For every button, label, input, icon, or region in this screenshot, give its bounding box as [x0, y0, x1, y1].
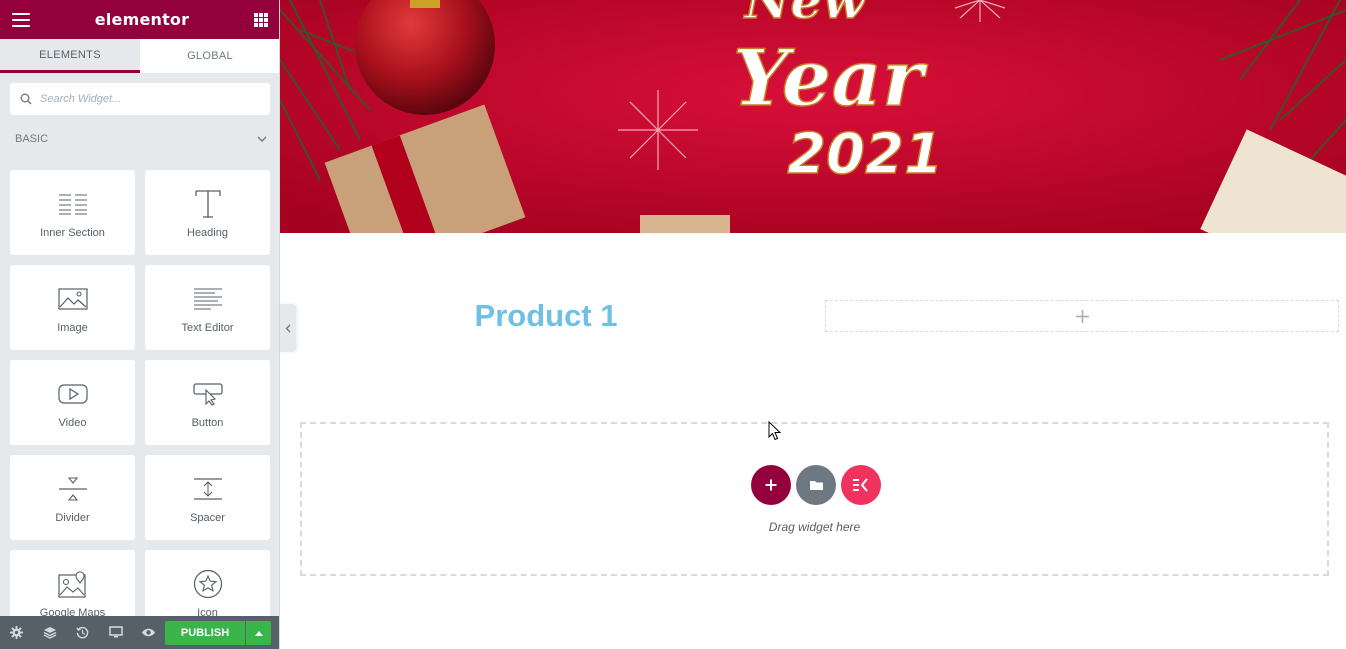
- banner-text-2021: 2021: [787, 122, 943, 187]
- panel-footer: PUBLISH: [0, 616, 279, 649]
- editor-panel: elementor ELEMENTS GLOBAL BASIC: [0, 0, 280, 649]
- product-heading[interactable]: Product 1: [420, 298, 672, 334]
- chevron-down-icon: [257, 136, 267, 142]
- widget-inner-section[interactable]: Inner Section: [10, 170, 135, 255]
- preview-icon[interactable]: [132, 616, 165, 649]
- dropzone-hint: Drag widget here: [768, 520, 861, 534]
- panel-header: elementor: [0, 0, 279, 39]
- add-section-dropzone[interactable]: Drag widget here: [300, 422, 1329, 576]
- widget-video[interactable]: Video: [10, 360, 135, 445]
- text-editor-icon: [191, 282, 225, 316]
- add-template-button[interactable]: [796, 465, 836, 505]
- widget-label: Text Editor: [181, 321, 234, 334]
- history-icon[interactable]: [66, 616, 99, 649]
- widget-label: Button: [191, 416, 224, 429]
- banner-image: New Year 2021: [280, 0, 1346, 233]
- caret-up-icon: [254, 630, 263, 636]
- divider-icon: [56, 472, 90, 506]
- tab-elements[interactable]: ELEMENTS: [0, 39, 140, 73]
- widget-button[interactable]: Button: [145, 360, 270, 445]
- add-section-button[interactable]: [751, 465, 791, 505]
- chevron-left-icon: [285, 324, 291, 332]
- search-input[interactable]: [40, 93, 260, 105]
- widget-label: Divider: [55, 511, 90, 524]
- elementskit-button[interactable]: [841, 465, 881, 505]
- plus-icon: [765, 479, 777, 491]
- new-year-banner: New Year 2021: [280, 0, 1346, 233]
- widget-label: Inner Section: [40, 226, 105, 239]
- widget-label: Image: [57, 321, 88, 334]
- widget-grid: Inner Section Heading Image Text Editor …: [10, 170, 270, 635]
- empty-column-add[interactable]: [825, 300, 1339, 332]
- widget-label: Heading: [187, 226, 228, 239]
- widget-label: Spacer: [190, 511, 225, 524]
- image-icon: [56, 282, 90, 316]
- widget-heading[interactable]: Heading: [145, 170, 270, 255]
- inner-section-icon: [56, 187, 90, 221]
- folder-icon: [809, 481, 823, 490]
- widget-text-editor[interactable]: Text Editor: [145, 265, 270, 350]
- google-maps-icon: [56, 567, 90, 601]
- elementskit-icon: [853, 478, 868, 492]
- video-icon: [56, 377, 90, 411]
- mouse-cursor-icon: [768, 421, 782, 441]
- settings-icon[interactable]: [0, 616, 33, 649]
- banner-text-new: New: [743, 0, 868, 30]
- widgets-grid-icon[interactable]: [254, 12, 268, 27]
- publish-button[interactable]: PUBLISH: [165, 621, 245, 645]
- widget-spacer[interactable]: Spacer: [145, 455, 270, 540]
- tab-global[interactable]: GLOBAL: [140, 39, 279, 73]
- dropzone-actions: [751, 465, 886, 505]
- heading-icon: [191, 187, 225, 221]
- responsive-icon[interactable]: [99, 616, 132, 649]
- plus-icon: [1075, 309, 1089, 323]
- panel-tabs: ELEMENTS GLOBAL: [0, 39, 279, 73]
- layers-icon[interactable]: [33, 616, 66, 649]
- spacer-icon: [191, 472, 225, 506]
- menu-icon[interactable]: [12, 12, 30, 27]
- category-label: BASIC: [15, 133, 49, 145]
- collapse-panel-toggle[interactable]: [280, 304, 296, 352]
- widget-image[interactable]: Image: [10, 265, 135, 350]
- search-icon: [20, 93, 32, 105]
- category-basic[interactable]: BASIC: [15, 133, 267, 145]
- button-icon: [191, 377, 225, 411]
- star-icon: [191, 567, 225, 601]
- banner-text-year: Year: [733, 33, 928, 124]
- publish-options-button[interactable]: [246, 621, 271, 645]
- widget-divider[interactable]: Divider: [10, 455, 135, 540]
- search-box: [10, 83, 270, 115]
- widget-label: Video: [58, 416, 87, 429]
- app-logo: elementor: [94, 10, 190, 29]
